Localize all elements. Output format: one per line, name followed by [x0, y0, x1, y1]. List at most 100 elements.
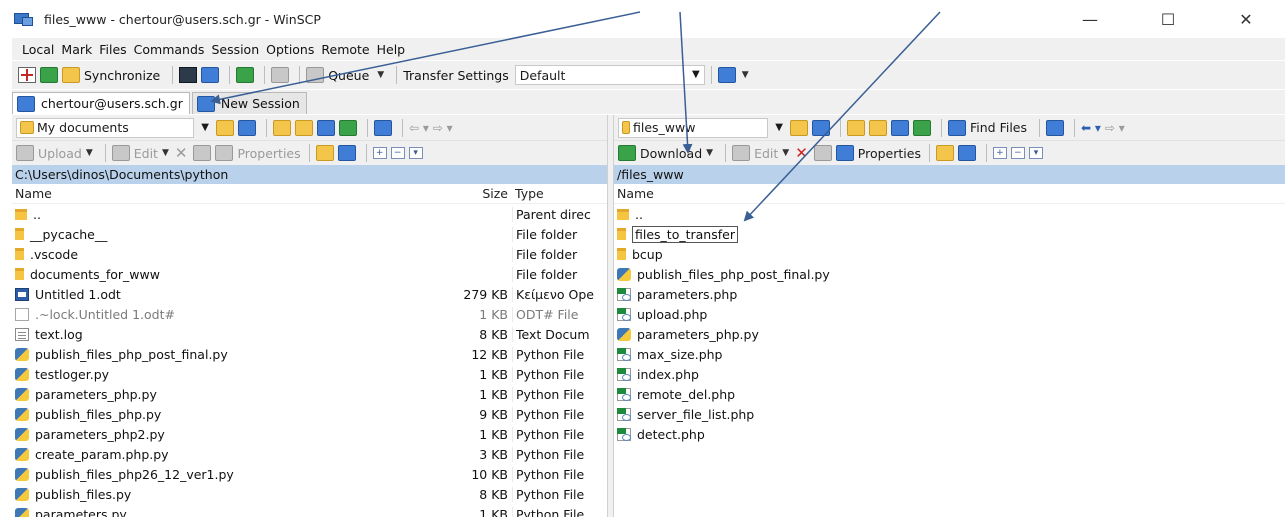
table-row[interactable]: max_size.php	[614, 344, 1285, 364]
table-row[interactable]: .vscode File folder	[12, 244, 607, 264]
rename-icon[interactable]	[193, 145, 212, 161]
chevron-down-icon[interactable]: ▼	[706, 148, 713, 158]
table-row[interactable]: .~lock.Untitled 1.odt# 1 KB ODT# File	[12, 304, 607, 324]
menu-session[interactable]: Session	[211, 42, 259, 57]
home-icon[interactable]	[891, 119, 909, 136]
column-name[interactable]: Name	[12, 186, 422, 201]
tree-icon[interactable]	[374, 119, 392, 136]
table-row[interactable]: ..	[614, 204, 1285, 224]
table-row[interactable]: publish_files_php_post_final.py 12 KB Pyth…	[12, 344, 607, 364]
home-icon[interactable]	[317, 119, 335, 136]
table-row[interactable]: server_file_list.php	[614, 404, 1285, 424]
close-button[interactable]: ✕	[1207, 0, 1285, 38]
tab-new-session[interactable]: New Session	[191, 92, 307, 114]
terminal-icon[interactable]	[179, 67, 198, 83]
table-row[interactable]: upload.php	[614, 304, 1285, 324]
maximize-button[interactable]: ☐	[1129, 0, 1207, 38]
chevron-down-icon[interactable]: ▼	[742, 70, 749, 80]
filter-select-icon[interactable]: ▾	[1028, 147, 1043, 159]
parent-directory-icon[interactable]	[273, 119, 291, 136]
table-row[interactable]: parameters.py 1 KB Python File	[12, 504, 607, 517]
table-row[interactable]: parameters_php.py	[614, 324, 1285, 344]
synchronize-icon[interactable]	[62, 67, 80, 83]
forward-icon[interactable]: ⇨ ▾	[1105, 121, 1125, 135]
back-icon[interactable]: ⬅ ▾	[1081, 121, 1101, 135]
remote-location-select[interactable]: files_www ▼	[618, 117, 783, 138]
filter-select-icon[interactable]: ▾	[408, 147, 423, 159]
table-row[interactable]: publish_files_php.py 9 KB Python File	[12, 404, 607, 424]
keep-up-to-date-icon[interactable]	[40, 67, 58, 83]
open-folder-icon[interactable]	[216, 119, 234, 136]
select-all-icon[interactable]: +	[992, 147, 1007, 159]
table-row[interactable]: detect.php	[614, 424, 1285, 444]
delete-icon[interactable]: ✕	[175, 144, 188, 162]
table-row[interactable]: parameters_php2.py 1 KB Python File	[12, 424, 607, 444]
unselect-all-icon[interactable]: −	[390, 147, 405, 159]
new-folder-icon[interactable]	[315, 145, 334, 161]
properties-button[interactable]: Properties	[858, 146, 921, 161]
new-file-icon[interactable]	[957, 145, 976, 161]
edit-button[interactable]: Edit	[134, 146, 158, 161]
table-row[interactable]: Untitled 1.odt 279 KB Κείμενο Ope	[12, 284, 607, 304]
column-size[interactable]: Size	[422, 186, 512, 201]
menu-options[interactable]: Options	[266, 42, 314, 57]
parent-directory-icon[interactable]	[847, 119, 865, 136]
unselect-all-icon[interactable]: −	[1010, 147, 1025, 159]
table-row[interactable]: parameters_php.py 1 KB Python File	[12, 384, 607, 404]
chevron-down-icon[interactable]: ▼	[782, 148, 789, 158]
chevron-down-icon[interactable]: ▼	[86, 148, 93, 158]
synchronize-button[interactable]: Synchronize	[84, 68, 160, 83]
table-row[interactable]: testloger.py 1 KB Python File	[12, 364, 607, 384]
local-location-select[interactable]: My documents ▼	[16, 117, 209, 138]
table-row[interactable]: remote_del.php	[614, 384, 1285, 404]
select-all-icon[interactable]: +	[372, 147, 387, 159]
compare-icon[interactable]	[236, 67, 255, 83]
table-row[interactable]: bcup	[614, 244, 1285, 264]
table-row[interactable]: text.log 8 KB Text Docum	[12, 324, 607, 344]
filter-icon[interactable]	[238, 119, 256, 136]
open-folder-icon[interactable]	[790, 119, 808, 136]
table-row[interactable]: files_to_transfer	[614, 224, 1285, 244]
rename-icon[interactable]	[813, 145, 832, 161]
chevron-down-icon[interactable]: ▼	[377, 70, 384, 80]
table-row[interactable]: publish_files.py 8 KB Python File	[12, 484, 607, 504]
tree-icon[interactable]	[1046, 119, 1065, 136]
root-directory-icon[interactable]	[295, 119, 313, 136]
chevron-down-icon[interactable]: ▼	[162, 148, 169, 158]
column-name[interactable]: Name	[614, 186, 1254, 201]
table-row[interactable]: index.php	[614, 364, 1285, 384]
filter-icon[interactable]	[812, 119, 830, 136]
transfer-settings-select[interactable]: Default ▼	[514, 65, 705, 85]
menu-files[interactable]: Files	[99, 42, 126, 57]
new-folder-icon[interactable]	[935, 145, 954, 161]
find-files-button[interactable]: Find Files	[970, 120, 1027, 135]
transfer-profile-icon[interactable]	[717, 67, 736, 83]
table-row[interactable]: documents_for_www File folder	[12, 264, 607, 284]
back-icon[interactable]: ⇦ ▾ ⇨ ▾	[409, 121, 453, 135]
menu-mark[interactable]: Mark	[61, 42, 92, 57]
new-file-icon[interactable]	[337, 145, 356, 161]
putty-icon[interactable]	[201, 67, 220, 83]
refresh-icon[interactable]	[339, 119, 357, 136]
minimize-button[interactable]: —	[1051, 0, 1129, 38]
table-row[interactable]: .. Parent direc	[12, 204, 607, 224]
table-row[interactable]: create_param.php.py 3 KB Python File	[12, 444, 607, 464]
menu-commands[interactable]: Commands	[134, 42, 205, 57]
queue-button[interactable]: Queue	[328, 68, 369, 83]
panel-splitter[interactable]	[607, 115, 614, 517]
preferences-gear-icon[interactable]	[271, 67, 290, 83]
menu-help[interactable]: Help	[377, 42, 406, 57]
table-row[interactable]: publish_files_php_post_final.py	[614, 264, 1285, 284]
upload-button[interactable]: Upload	[38, 146, 82, 161]
refresh-icon[interactable]	[913, 119, 931, 136]
column-type[interactable]: Type	[512, 186, 607, 201]
edit-button[interactable]: Edit	[754, 146, 778, 161]
table-row[interactable]: __pycache__ File folder	[12, 224, 607, 244]
table-row[interactable]: publish_files_php26_12_ver1.py 10 KB Pytho…	[12, 464, 607, 484]
compare-directories-icon[interactable]	[18, 67, 36, 83]
menu-local[interactable]: Local	[22, 42, 54, 57]
menu-remote[interactable]: Remote	[321, 42, 369, 57]
download-button[interactable]: Download	[640, 146, 702, 161]
properties-button[interactable]: Properties	[237, 146, 300, 161]
root-directory-icon[interactable]	[869, 119, 887, 136]
